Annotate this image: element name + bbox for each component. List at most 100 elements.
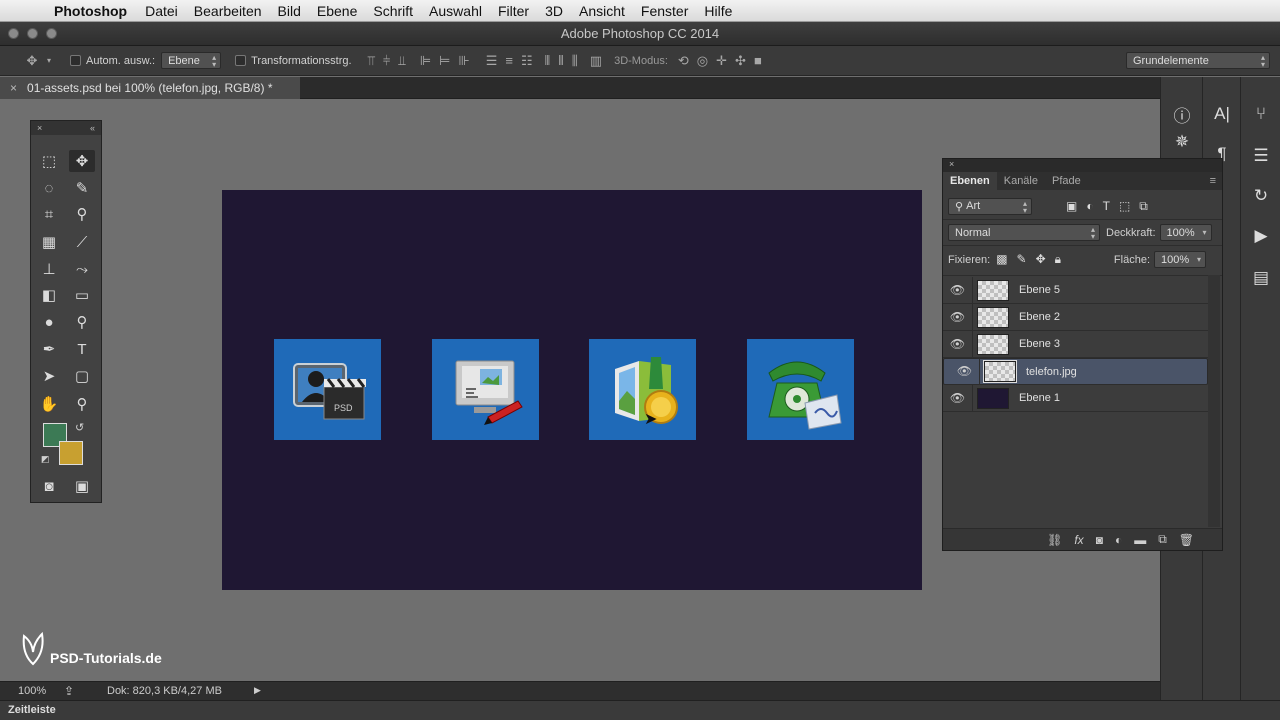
filter-type-icon[interactable]: T — [1103, 199, 1110, 214]
path-selection-tool-icon[interactable]: ➤ — [36, 365, 62, 387]
eraser-tool-icon[interactable]: ◧ — [36, 284, 62, 306]
layer-row[interactable]: 👁︎ Ebene 5 — [943, 276, 1208, 304]
3d-rotate-icon[interactable]: ⟲ — [678, 53, 689, 69]
move-tool-button-icon[interactable]: ✥ — [69, 150, 95, 172]
info-panel-icon[interactable]: ⓘ — [1167, 101, 1197, 127]
swap-colors-icon[interactable]: ↺ — [75, 421, 84, 434]
filter-smart-object-icon[interactable]: ⧉ — [1139, 199, 1148, 214]
add-mask-icon[interactable]: ◙ — [1096, 533, 1103, 547]
auto-align-icon[interactable]: ▥ — [590, 53, 602, 69]
adjustments-panel-icon[interactable]: ☰ — [1246, 143, 1276, 169]
tab-kanaele[interactable]: Kanäle — [997, 172, 1045, 190]
delete-layer-icon[interactable]: 🗑︎ — [1179, 533, 1194, 547]
asset-tile-frame-medal[interactable] — [589, 339, 696, 440]
3d-roll-icon[interactable]: ◎ — [697, 53, 708, 69]
app-menu[interactable]: Photoshop — [54, 3, 127, 19]
blur-tool-icon[interactable]: ● — [36, 311, 62, 333]
lock-transparency-icon[interactable]: ▩ — [996, 252, 1007, 267]
blend-mode-dropdown[interactable]: Normal ▴ ▾ — [948, 224, 1100, 241]
3d-slide-icon[interactable]: ✣ — [735, 53, 746, 69]
zoom-tool-icon[interactable]: ⚲ — [69, 393, 95, 415]
rectangle-tool-icon[interactable]: ▢ — [69, 365, 95, 387]
zoom-level[interactable]: 100% — [18, 685, 46, 697]
brush-tool-icon[interactable]: ⟋ — [69, 231, 95, 253]
distribute-top-icon[interactable]: ☰ — [486, 53, 498, 69]
auto-select-dropdown[interactable]: Ebene ▴ ▾ — [161, 52, 222, 69]
fx-icon[interactable]: fx — [1074, 533, 1083, 547]
transform-controls-checkbox[interactable] — [235, 55, 251, 66]
document-canvas[interactable]: PSD ➤ — [222, 190, 922, 590]
new-group-icon[interactable]: ▬ — [1134, 533, 1146, 547]
link-layers-icon[interactable]: ⛓ — [1047, 533, 1062, 547]
3d-scale-icon[interactable]: ■ — [754, 53, 762, 69]
menu-hilfe[interactable]: Hilfe — [704, 3, 732, 19]
healing-brush-tool-icon[interactable]: ▦ — [36, 231, 62, 253]
menu-bild[interactable]: Bild — [278, 3, 301, 19]
align-top-icon[interactable]: ⫪ — [368, 53, 375, 69]
screen-mode-icon[interactable]: ▣ — [69, 475, 95, 497]
toolbox-close-icon[interactable]: × — [37, 123, 42, 133]
timeline-panel-bar[interactable]: Zeitleiste — [0, 700, 1280, 720]
move-tool-icon[interactable]: ✥ — [22, 53, 42, 69]
menu-ansicht[interactable]: Ansicht — [579, 3, 625, 19]
menu-3d[interactable]: 3D — [545, 3, 563, 19]
new-layer-icon[interactable]: ⧉ — [1158, 532, 1167, 547]
new-adjustment-layer-icon[interactable]: ◐ — [1115, 533, 1122, 547]
share-icon[interactable]: ⇪ — [64, 684, 74, 698]
navigator-panel-icon[interactable]: ✵ — [1167, 129, 1197, 155]
eye-icon[interactable]: 👁︎ — [943, 384, 973, 412]
tab-ebenen[interactable]: Ebenen — [943, 172, 997, 190]
close-tab-icon[interactable]: × — [10, 81, 17, 95]
menu-auswahl[interactable]: Auswahl — [429, 3, 482, 19]
document-tab[interactable]: × 01-assets.psd bei 100% (telefon.jpg, R… — [0, 77, 300, 99]
eyedropper-tool-icon[interactable]: ⚲ — [69, 203, 95, 225]
lock-pixels-icon[interactable]: ✎ — [1017, 252, 1027, 267]
actions-panel-icon[interactable]: ▶ — [1246, 223, 1276, 249]
character-panel-icon[interactable]: A| — [1207, 101, 1237, 127]
brush-presets-panel-icon[interactable]: ⑂ — [1246, 101, 1276, 127]
crop-tool-icon[interactable]: ⌗ — [36, 203, 62, 225]
background-color-swatch[interactable] — [59, 441, 83, 465]
history-brush-tool-icon[interactable]: ⤳ — [69, 258, 95, 280]
quick-mask-icon[interactable]: ◙ — [36, 475, 62, 497]
align-vcenter-icon[interactable]: ⫩ — [383, 53, 390, 69]
notes-panel-icon[interactable]: ▤ — [1246, 265, 1276, 291]
distribute-bottom-icon[interactable]: ☷ — [521, 53, 533, 69]
distribute-vcenter-icon[interactable]: ≡ — [505, 53, 513, 69]
distribute-left-icon[interactable]: ⫴ — [545, 53, 550, 69]
asset-tile-monitor[interactable] — [432, 339, 539, 440]
layer-row[interactable]: 👁︎ Ebene 3 — [943, 330, 1208, 358]
layers-panel-menu-icon[interactable]: ≡ — [1203, 172, 1222, 190]
menu-datei[interactable]: Datei — [145, 3, 178, 19]
3d-pan-icon[interactable]: ✛ — [716, 53, 727, 69]
default-colors-icon[interactable]: ◩ — [41, 454, 50, 465]
asset-tile-clapper[interactable]: PSD — [274, 339, 381, 440]
gradient-tool-icon[interactable]: ▭ — [69, 284, 95, 306]
lasso-tool-icon[interactable]: ◌ — [36, 177, 62, 199]
asset-tile-telephone[interactable] — [747, 339, 854, 440]
quick-selection-tool-icon[interactable]: ✎ — [69, 177, 95, 199]
pen-tool-icon[interactable]: ✒ — [36, 338, 62, 360]
type-tool-icon[interactable]: T — [69, 338, 95, 360]
layer-list-scrollbar[interactable] — [1208, 275, 1220, 527]
tool-preset-dropdown-icon[interactable]: ▾ — [42, 56, 56, 65]
menu-filter[interactable]: Filter — [498, 3, 529, 19]
align-hcenter-icon[interactable]: ⊨ — [439, 53, 450, 69]
lock-all-icon[interactable]: 🔒︎ — [1055, 252, 1061, 267]
eye-icon[interactable]: 👁︎ — [943, 276, 973, 304]
layer-row[interactable]: 👁︎ Ebene 2 — [943, 303, 1208, 331]
fill-input[interactable]: 100% ▾ — [1154, 251, 1206, 268]
marquee-tool-icon[interactable]: ⬚ — [36, 150, 62, 172]
eye-icon[interactable]: 👁︎ — [950, 358, 980, 385]
layer-row[interactable]: 👁︎ Ebene 1 — [943, 384, 1208, 412]
dodge-tool-icon[interactable]: ⚲ — [69, 311, 95, 333]
lock-position-icon[interactable]: ✥ — [1036, 252, 1046, 267]
filter-shape-icon[interactable]: ⬚ — [1119, 199, 1130, 214]
opacity-input[interactable]: 100% ▾ — [1159, 224, 1212, 241]
menu-bearbeiten[interactable]: Bearbeiten — [194, 3, 262, 19]
align-left-icon[interactable]: ⊫ — [420, 53, 431, 69]
history-panel-icon[interactable]: ↻ — [1246, 183, 1276, 209]
align-bottom-icon[interactable]: ⫫ — [398, 53, 405, 69]
align-right-icon[interactable]: ⊪ — [458, 53, 469, 69]
workspace-dropdown[interactable]: Grundelemente ▴ ▾ — [1126, 52, 1270, 69]
